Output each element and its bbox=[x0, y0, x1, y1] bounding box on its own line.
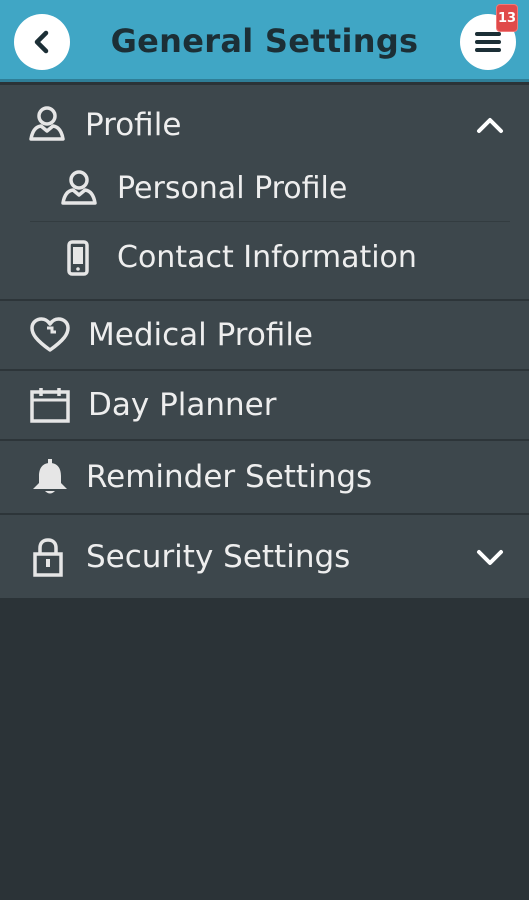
menu-subitem-personal-profile[interactable]: Personal Profile bbox=[0, 155, 529, 221]
menu-item-label: Security Settings bbox=[86, 538, 351, 575]
menu-item-label: Profile bbox=[85, 107, 182, 143]
hamburger-menu-icon bbox=[475, 32, 501, 52]
user-icon bbox=[28, 105, 66, 141]
menu-item-profile[interactable]: Profile bbox=[0, 85, 529, 165]
menu-item-reminder-settings[interactable]: Reminder Settings bbox=[0, 441, 529, 513]
app-header: General Settings 13 bbox=[0, 0, 529, 82]
back-button[interactable] bbox=[14, 14, 70, 70]
phone-icon bbox=[66, 240, 90, 276]
notification-badge: 13 bbox=[496, 4, 518, 32]
menu-item-security-settings[interactable]: Security Settings bbox=[0, 515, 529, 598]
chevron-up-icon bbox=[477, 118, 503, 133]
divider bbox=[30, 221, 510, 222]
chevron-left-icon bbox=[34, 30, 49, 54]
page-title: General Settings bbox=[110, 22, 419, 60]
calendar-icon bbox=[30, 387, 70, 423]
empty-content-area bbox=[0, 598, 529, 900]
menu-item-label: Reminder Settings bbox=[86, 459, 373, 495]
menu-item-label: Day Planner bbox=[88, 387, 277, 423]
menu-item-label: Contact Information bbox=[117, 239, 417, 275]
user-icon bbox=[60, 169, 98, 205]
menu-item-day-planner[interactable]: Day Planner bbox=[0, 371, 529, 439]
settings-menu: Profile Personal Profile Contact Informa… bbox=[0, 85, 529, 598]
chevron-down-icon bbox=[477, 549, 503, 565]
heart-icon bbox=[30, 317, 70, 353]
bell-icon bbox=[30, 458, 70, 496]
menu-item-label: Medical Profile bbox=[88, 317, 314, 353]
menu-item-label: Personal Profile bbox=[117, 170, 348, 206]
lock-icon bbox=[32, 537, 64, 577]
menu-subitem-contact-information[interactable]: Contact Information bbox=[0, 223, 529, 291]
menu-item-medical-profile[interactable]: Medical Profile bbox=[0, 301, 529, 369]
